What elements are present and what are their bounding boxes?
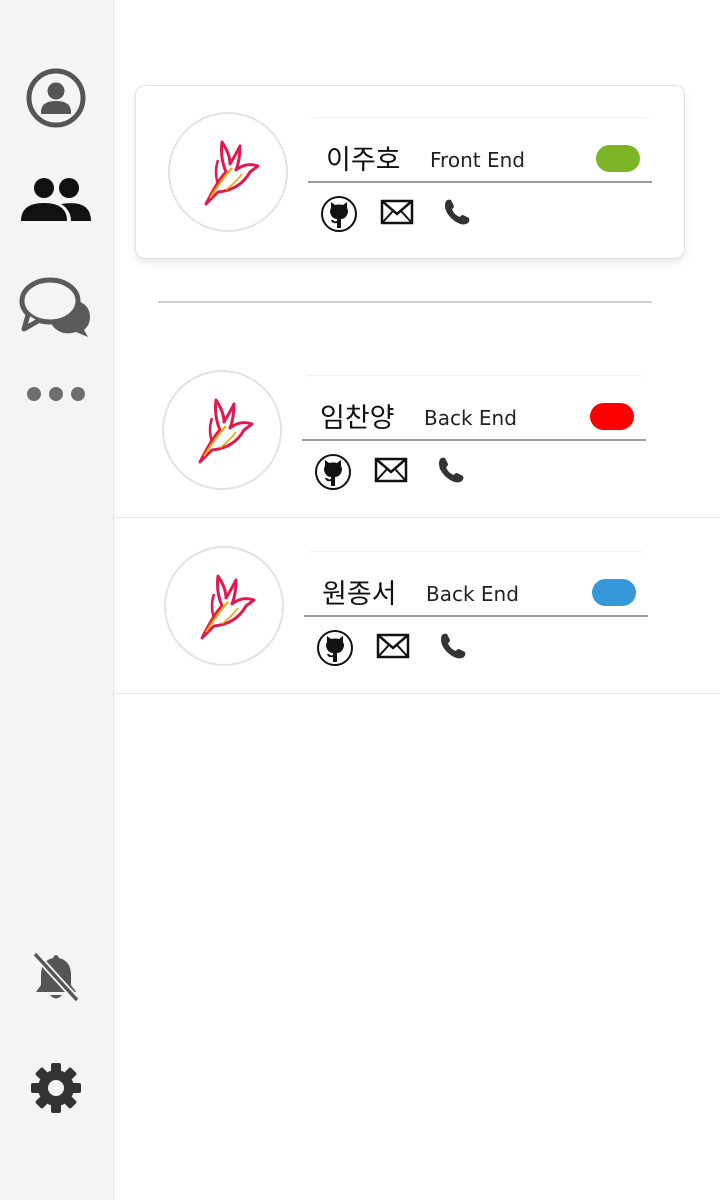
notifications-off-icon — [32, 951, 80, 1003]
phone-icon[interactable] — [438, 631, 468, 661]
bird-logo-icon — [198, 398, 254, 464]
member-card[interactable]: 이주호 Front End — [135, 85, 685, 259]
member-card[interactable]: 임찬양 Back End — [114, 342, 720, 518]
phone-icon[interactable] — [442, 197, 472, 227]
mail-icon[interactable] — [376, 633, 410, 659]
mail-icon[interactable] — [380, 199, 414, 225]
member-info: 이주호 Front End — [308, 117, 652, 235]
member-avatar — [168, 112, 288, 232]
member-avatar — [162, 370, 282, 490]
phone-icon[interactable] — [436, 455, 466, 485]
notifications-button[interactable] — [0, 950, 112, 1006]
member-header: 원종서 Back End — [304, 551, 648, 617]
bird-logo-icon — [204, 140, 260, 206]
member-role: Front End — [430, 148, 525, 172]
team-icon — [21, 178, 91, 221]
member-name: 이주호 — [326, 145, 401, 176]
settings-button[interactable] — [0, 1060, 112, 1116]
member-header: 이주호 Front End — [308, 117, 652, 183]
more-icon — [27, 387, 85, 401]
more-button[interactable] — [0, 380, 112, 408]
bird-logo-icon — [200, 574, 256, 640]
contact-icons — [302, 441, 646, 493]
mail-icon[interactable] — [374, 457, 408, 483]
contact-icons — [304, 617, 648, 669]
status-badge — [590, 403, 634, 430]
settings-icon — [31, 1063, 81, 1113]
status-badge — [596, 145, 640, 172]
member-header: 임찬양 Back End — [302, 375, 646, 441]
member-info: 임찬양 Back End — [302, 375, 646, 493]
member-list: 이주호 Front End 임찬양 Back End 원종서 Back End — [114, 0, 720, 1200]
github-icon[interactable] — [320, 195, 358, 233]
member-name: 임찬양 — [320, 403, 395, 434]
profile-icon — [26, 68, 86, 128]
contact-icons — [308, 183, 652, 235]
member-info: 원종서 Back End — [304, 551, 648, 669]
member-role: Back End — [426, 582, 519, 606]
member-card[interactable]: 원종서 Back End — [114, 518, 720, 694]
github-icon[interactable] — [314, 453, 352, 491]
status-badge — [592, 579, 636, 606]
member-avatar — [164, 546, 284, 666]
team-button[interactable] — [0, 166, 112, 230]
member-role: Back End — [424, 406, 517, 430]
github-icon[interactable] — [316, 629, 354, 667]
profile-button[interactable] — [0, 66, 112, 130]
member-name: 원종서 — [322, 579, 397, 610]
section-divider — [158, 301, 652, 303]
chat-button[interactable] — [0, 274, 112, 340]
chat-icon — [19, 277, 90, 337]
sidebar — [0, 0, 114, 1200]
